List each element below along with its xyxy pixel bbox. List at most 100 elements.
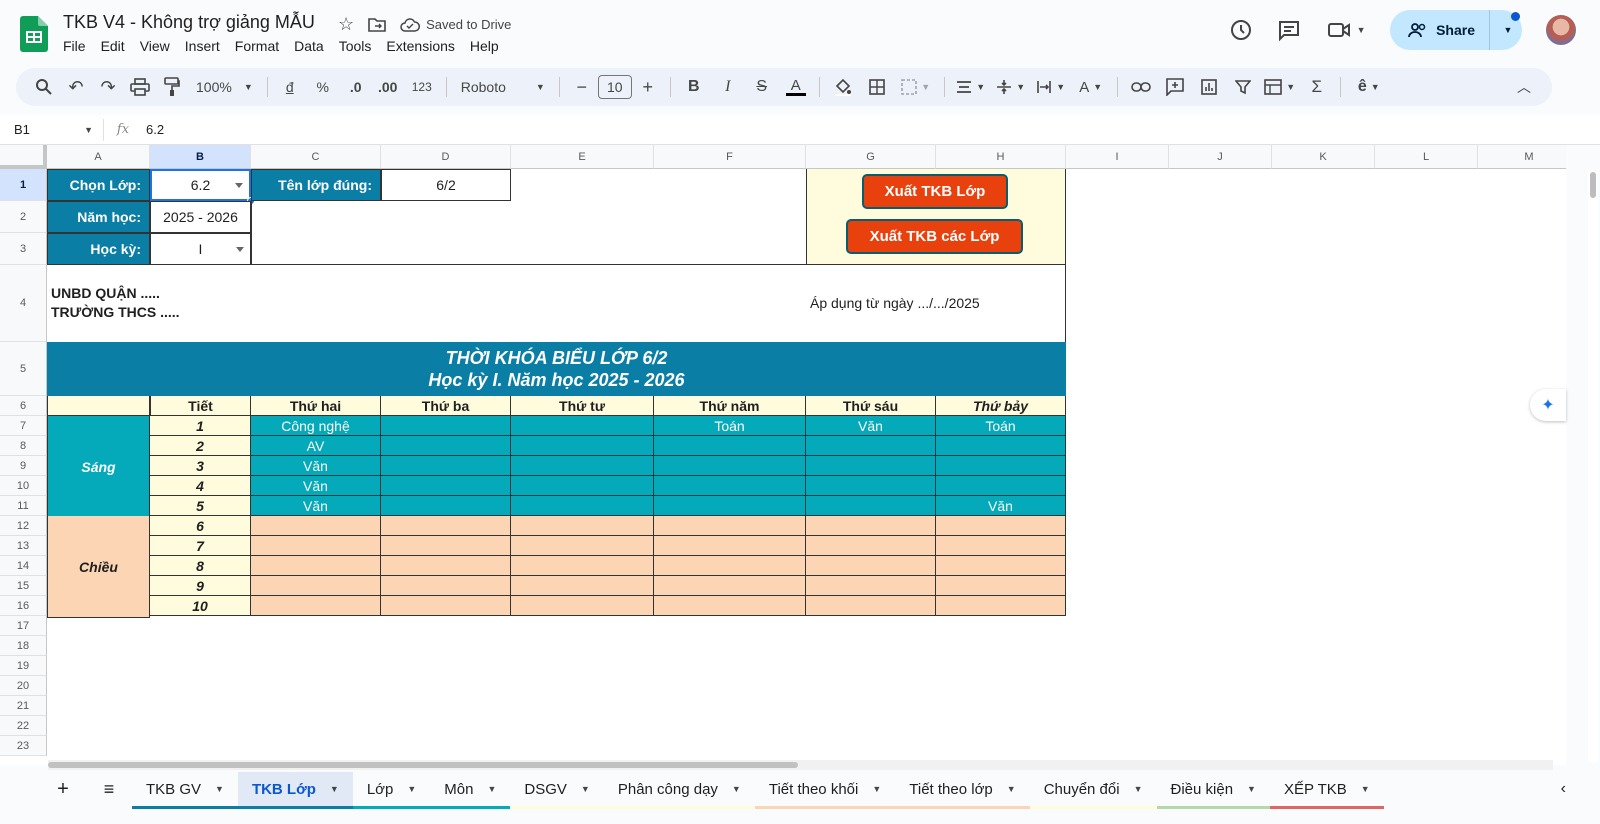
- chevron-down-icon[interactable]: ▼: [407, 784, 416, 794]
- document-title[interactable]: TKB V4 - Không trợ giảng MẪU: [63, 12, 315, 33]
- row-header-7[interactable]: 7: [0, 416, 47, 436]
- row-header-16[interactable]: 16: [0, 596, 47, 616]
- currency-format-button[interactable]: đ: [276, 73, 304, 101]
- font-size-input[interactable]: 10: [597, 75, 632, 99]
- column-header-f[interactable]: F: [654, 145, 806, 169]
- print-icon[interactable]: [126, 73, 154, 101]
- column-header-a[interactable]: A: [47, 145, 150, 169]
- share-button[interactable]: Share: [1390, 10, 1490, 50]
- text-rotation-icon[interactable]: A ▼: [1073, 73, 1109, 101]
- column-header-l[interactable]: L: [1375, 145, 1478, 169]
- horizontal-scroll-thumb[interactable]: [48, 762, 798, 768]
- sheet-tab[interactable]: Lớp ▼: [352, 772, 431, 809]
- column-header-j[interactable]: J: [1169, 145, 1272, 169]
- sheet-tab[interactable]: XẾP TKB ▼: [1269, 772, 1384, 809]
- sheet-tab[interactable]: Tiết theo lớp ▼: [895, 772, 1030, 809]
- menu-data[interactable]: Data: [294, 38, 324, 54]
- menu-insert[interactable]: Insert: [185, 38, 220, 54]
- column-header-m[interactable]: M: [1478, 145, 1566, 169]
- version-history-icon[interactable]: [1228, 17, 1254, 43]
- undo-icon[interactable]: ↶: [62, 73, 90, 101]
- paint-format-icon[interactable]: [158, 73, 186, 101]
- chevron-down-icon[interactable]: ▼: [215, 784, 224, 794]
- row-header-4[interactable]: 4: [0, 265, 47, 342]
- menu-format[interactable]: Format: [235, 38, 279, 54]
- export-all-classes-button[interactable]: Xuất TKB các Lớp: [846, 219, 1023, 254]
- menu-help[interactable]: Help: [470, 38, 499, 54]
- horizontal-scrollbar[interactable]: [48, 760, 1553, 770]
- chevron-down-icon[interactable]: ▼: [732, 784, 741, 794]
- menu-file[interactable]: File: [63, 38, 86, 54]
- formula-input[interactable]: 6.2: [142, 122, 1600, 137]
- font-select[interactable]: Roboto ▼: [455, 73, 551, 101]
- row-header-9[interactable]: 9: [0, 456, 47, 476]
- star-icon[interactable]: ☆: [338, 14, 354, 35]
- collapse-toolbar-icon[interactable]: ︿: [1510, 73, 1538, 101]
- percent-format-button[interactable]: %: [308, 73, 338, 101]
- menu-extensions[interactable]: Extensions: [386, 38, 454, 54]
- spreadsheet-grid[interactable]: ABCDEFGHIJKLM 1 2 3 4 5 6 7 8 9 10 11 12 13 14 15 16 17 1…: [0, 145, 1566, 765]
- more-formats-button[interactable]: 123: [406, 73, 438, 101]
- chevron-down-icon[interactable]: ▼: [1361, 784, 1370, 794]
- fill-color-icon[interactable]: [828, 73, 858, 101]
- insert-link-icon[interactable]: [1126, 73, 1156, 101]
- sheet-tab[interactable]: TKB GV ▼: [132, 772, 238, 809]
- vertical-scrollbar[interactable]: [1588, 172, 1598, 762]
- scroll-tabs-left-icon[interactable]: ‹: [1547, 772, 1580, 806]
- semester-dropdown[interactable]: I: [150, 233, 251, 265]
- export-class-button[interactable]: Xuất TKB Lớp: [862, 174, 1008, 209]
- column-header-b[interactable]: B: [150, 145, 251, 169]
- insert-chart-icon[interactable]: [1194, 73, 1224, 101]
- chevron-down-icon[interactable]: ▼: [581, 784, 590, 794]
- bold-icon[interactable]: B: [679, 73, 709, 101]
- save-status[interactable]: Saved to Drive: [400, 17, 511, 32]
- text-color-icon[interactable]: A: [781, 73, 811, 101]
- text-wrapping-icon[interactable]: ▼: [1033, 73, 1069, 101]
- comments-icon[interactable]: [1276, 17, 1302, 43]
- row-header-15[interactable]: 15: [0, 576, 47, 596]
- choose-class-dropdown[interactable]: 6.2: [150, 169, 251, 201]
- row-header-12[interactable]: 12: [0, 516, 47, 536]
- select-all-corner[interactable]: [0, 145, 47, 169]
- italic-icon[interactable]: I: [713, 73, 743, 101]
- row-header-22[interactable]: 22: [0, 716, 47, 736]
- meet-icon[interactable]: ▼: [1324, 17, 1368, 43]
- insert-comment-icon[interactable]: [1160, 73, 1190, 101]
- sheet-tab[interactable]: Môn ▼: [430, 772, 511, 809]
- row-header-21[interactable]: 21: [0, 696, 47, 716]
- sheet-tab[interactable]: DSGV ▼: [510, 772, 604, 809]
- chevron-down-icon[interactable]: ▼: [1247, 784, 1256, 794]
- row-header-8[interactable]: 8: [0, 436, 47, 456]
- row-header-23[interactable]: 23: [0, 736, 47, 756]
- search-menus-icon[interactable]: [30, 73, 58, 101]
- column-header-c[interactable]: C: [251, 145, 381, 169]
- row-header-20[interactable]: 20: [0, 676, 47, 696]
- strikethrough-icon[interactable]: S: [747, 73, 777, 101]
- row-header-1[interactable]: 1: [0, 169, 47, 201]
- filter-icon[interactable]: [1228, 73, 1258, 101]
- increase-decimal-button[interactable]: .00: [374, 73, 402, 101]
- row-header-5[interactable]: 5: [0, 342, 47, 396]
- add-sheet-button[interactable]: +: [40, 772, 86, 806]
- column-header-d[interactable]: D: [381, 145, 511, 169]
- chevron-down-icon[interactable]: ▼: [1007, 784, 1016, 794]
- menu-view[interactable]: View: [140, 38, 170, 54]
- chevron-down-icon[interactable]: ▼: [872, 784, 881, 794]
- row-header-17[interactable]: 17: [0, 616, 47, 636]
- column-header-h[interactable]: H: [936, 145, 1066, 169]
- move-folder-icon[interactable]: [368, 17, 386, 33]
- column-header-k[interactable]: K: [1272, 145, 1375, 169]
- row-header-14[interactable]: 14: [0, 556, 47, 576]
- school-year-value[interactable]: 2025 - 2026: [150, 201, 251, 233]
- filter-views-icon[interactable]: ▼: [1262, 73, 1298, 101]
- row-header-10[interactable]: 10: [0, 476, 47, 496]
- increase-font-size-button[interactable]: +: [634, 73, 662, 101]
- menu-tools[interactable]: Tools: [339, 38, 372, 54]
- row-header-19[interactable]: 19: [0, 656, 47, 676]
- row-header-3[interactable]: 3: [0, 233, 47, 265]
- row-header-18[interactable]: 18: [0, 636, 47, 656]
- borders-icon[interactable]: [862, 73, 892, 101]
- sheet-tab[interactable]: Phân công dạy ▼: [603, 772, 755, 809]
- vertical-scroll-thumb[interactable]: [1590, 172, 1596, 198]
- column-header-i[interactable]: I: [1066, 145, 1169, 169]
